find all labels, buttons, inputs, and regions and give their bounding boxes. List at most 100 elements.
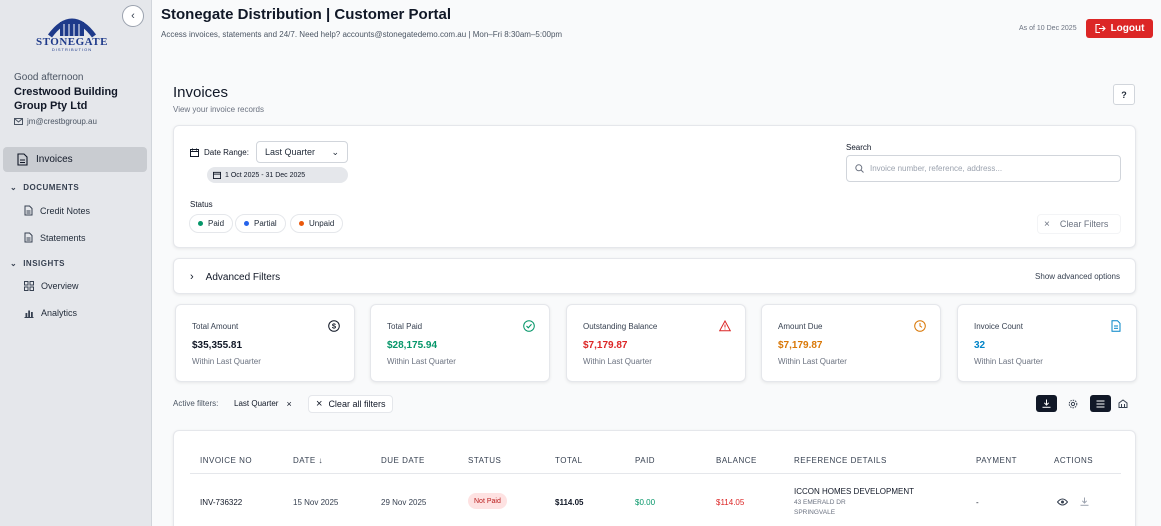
status-filter-label: Partial xyxy=(254,219,277,228)
stat-value: $7,179.87 xyxy=(583,340,628,351)
sidebar-section-label: DOCUMENTS xyxy=(23,183,80,192)
stat-subtext: Within Last Quarter xyxy=(974,357,1043,366)
clear-all-filters-button[interactable]: × Clear all filters xyxy=(308,395,394,413)
close-icon: × xyxy=(316,398,323,410)
page-subtitle: View your invoice records xyxy=(173,105,265,114)
stat-subtext: Within Last Quarter xyxy=(192,357,261,366)
building-icon xyxy=(1118,399,1127,408)
date-range-value: Last Quarter xyxy=(265,147,316,157)
table-header-divider xyxy=(190,473,1121,474)
invoice-due-date: 29 Nov 2025 xyxy=(381,498,427,507)
mail-icon xyxy=(14,118,23,125)
chevron-down-icon: ⌄ xyxy=(331,146,339,157)
status-dot xyxy=(299,221,304,226)
stat-card-total-paid: Total Paid $28,175.94 Within Last Quarte… xyxy=(370,304,550,382)
invoice-balance: $114.05 xyxy=(716,498,745,507)
column-header-status[interactable]: STATUS xyxy=(468,456,501,465)
reference-address: 43 EMERALD DR xyxy=(794,499,846,506)
company-name: Crestwood Building Group Pty Ltd xyxy=(14,86,118,112)
sidebar-item-invoices[interactable]: Invoices xyxy=(3,147,147,172)
stat-value: $35,355.81 xyxy=(192,340,243,351)
stat-value: $28,175.94 xyxy=(387,340,438,351)
invoice-table: INVOICE NO DATE ↓ DUE DATE STATUS TOTAL … xyxy=(173,430,1136,526)
invoice-date: 15 Nov 2025 xyxy=(293,498,339,507)
sidebar-section-documents[interactable]: ⌄ DOCUMENTS xyxy=(10,183,79,192)
sidebar-item-statements[interactable]: Statements xyxy=(24,232,86,243)
logout-button[interactable]: Logout xyxy=(1086,19,1153,38)
date-range-label: Date Range: xyxy=(190,148,249,157)
stat-subtext: Within Last Quarter xyxy=(583,357,652,366)
column-header-actions: ACTIONS xyxy=(1054,456,1094,465)
date-span-text: 1 Oct 2025 - 31 Dec 2025 xyxy=(225,171,306,179)
download-icon[interactable] xyxy=(1080,497,1089,506)
eye-icon[interactable] xyxy=(1057,498,1068,506)
clear-filters-button[interactable]: × Clear Filters xyxy=(1037,214,1121,234)
close-icon: × xyxy=(1044,218,1050,230)
invoice-number[interactable]: INV-736322 xyxy=(200,498,242,507)
collapse-sidebar-button[interactable]: ‹ xyxy=(122,5,144,27)
column-header-payment[interactable]: PAYMENT xyxy=(976,456,1017,465)
status-filter-paid[interactable]: Paid xyxy=(189,214,234,233)
reference-suburb: SPRINGVALE xyxy=(794,509,836,516)
status-badge: Not Paid xyxy=(468,493,507,509)
sidebar-item-label: Invoices xyxy=(36,154,73,165)
stat-value: $7,179.87 xyxy=(778,340,823,351)
document-icon xyxy=(17,153,28,166)
grid-icon xyxy=(24,281,34,291)
column-header-date[interactable]: DATE ↓ xyxy=(293,456,323,465)
column-header-balance[interactable]: BALANCE xyxy=(716,456,757,465)
clear-all-filters-label: Clear all filters xyxy=(328,399,386,409)
list-icon xyxy=(1096,400,1105,407)
card-view-button[interactable] xyxy=(1112,395,1133,412)
stat-card-amount-due: Amount Due $7,179.87 Within Last Quarter xyxy=(761,304,941,382)
chevron-down-icon: ⌄ xyxy=(10,259,18,268)
status-filter-label: Unpaid xyxy=(309,219,335,228)
column-header-reference-details[interactable]: REFERENCE DETAILS xyxy=(794,456,887,465)
sidebar-section-insights[interactable]: ⌄ INSIGHTS xyxy=(10,259,65,268)
warning-icon xyxy=(719,320,731,332)
svg-text:$: $ xyxy=(332,322,337,331)
status-filter-unpaid[interactable]: Unpaid xyxy=(290,214,344,233)
help-button[interactable]: ? xyxy=(1113,84,1135,105)
check-circle-icon xyxy=(523,320,535,332)
user-email-text: jm@crestbgroup.au xyxy=(27,117,97,126)
stat-card-outstanding-balance: Outstanding Balance $7,179.87 Within Las… xyxy=(566,304,746,382)
date-span-badge: 1 Oct 2025 - 31 Dec 2025 xyxy=(207,167,348,183)
status-filter-partial[interactable]: Partial xyxy=(235,214,286,233)
greeting-text: Good afternoon xyxy=(14,72,84,83)
calendar-icon xyxy=(213,171,221,179)
document-icon xyxy=(24,232,33,243)
stonegate-logo[interactable]: STONEGATE DISTRIBUTION xyxy=(36,12,108,52)
invoice-total: $114.05 xyxy=(555,498,584,507)
close-icon[interactable]: × xyxy=(286,399,291,409)
sidebar-item-overview[interactable]: Overview xyxy=(24,281,79,291)
column-header-total[interactable]: TOTAL xyxy=(555,456,583,465)
date-range-label-text: Date Range: xyxy=(204,148,249,157)
column-header-paid[interactable]: PAID xyxy=(635,456,655,465)
payment-value: - xyxy=(976,498,979,507)
active-filter-chip: Last Quarter × xyxy=(226,395,300,412)
download-button[interactable] xyxy=(1036,395,1057,412)
stat-card-invoice-count: Invoice Count 32 Within Last Quarter xyxy=(957,304,1137,382)
active-filters-label: Active filters: xyxy=(173,399,219,408)
column-header-invoice-no[interactable]: INVOICE NO xyxy=(200,456,252,465)
advanced-filters-toggle[interactable]: › Advanced Filters Show advanced options xyxy=(173,258,1136,294)
gear-icon xyxy=(1068,399,1077,408)
search-input[interactable]: Invoice number, reference, address... xyxy=(846,155,1121,182)
sidebar-item-analytics[interactable]: Analytics xyxy=(24,308,77,318)
date-range-select[interactable]: Last Quarter ⌄ xyxy=(256,141,348,163)
user-email: jm@crestbgroup.au xyxy=(14,117,97,126)
advanced-filters-label: › Advanced Filters xyxy=(190,271,280,283)
status-filter-label: Paid xyxy=(208,219,225,228)
show-advanced-options[interactable]: Show advanced options xyxy=(1035,272,1120,281)
search-label: Search xyxy=(846,143,872,152)
sidebar-item-label: Analytics xyxy=(41,308,78,318)
reference-name: ICCON HOMES DEVELOPMENT xyxy=(794,487,915,496)
list-view-button[interactable] xyxy=(1090,395,1111,412)
settings-button[interactable] xyxy=(1062,395,1083,412)
logo-subtext: DISTRIBUTION xyxy=(51,47,93,52)
document-icon xyxy=(1111,320,1121,332)
column-header-due-date[interactable]: DUE DATE xyxy=(381,456,425,465)
sidebar-item-credit-notes[interactable]: Credit Notes xyxy=(24,205,90,216)
stat-label: Amount Due xyxy=(778,322,823,331)
